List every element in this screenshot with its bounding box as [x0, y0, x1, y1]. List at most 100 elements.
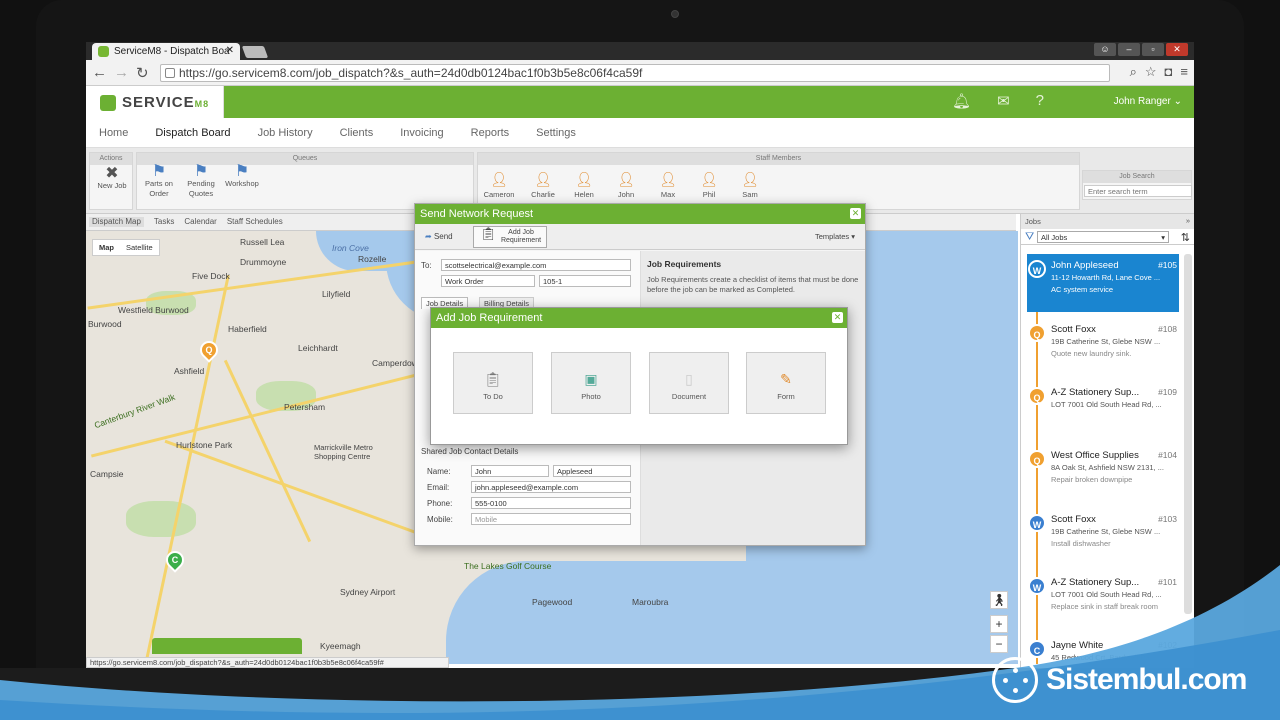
first-name-field[interactable]: John	[471, 465, 549, 477]
phone-field[interactable]: 555-0100	[471, 497, 631, 509]
close-window-icon[interactable]: ✕	[1166, 43, 1188, 56]
todo-option[interactable]: 📋︎ To Do	[453, 352, 533, 414]
new-tab-button[interactable]	[241, 46, 269, 58]
job-search-input[interactable]	[1084, 185, 1192, 197]
satellite-button[interactable]: Satellite	[120, 240, 159, 255]
map-button[interactable]: Map	[93, 240, 120, 255]
inbox-icon[interactable]: ✉	[997, 92, 1010, 110]
user-menu[interactable]: John Ranger ⌄	[1114, 96, 1182, 107]
email-field[interactable]: john.appleseed@example.com	[471, 481, 631, 493]
last-name-field[interactable]: Appleseed	[553, 465, 631, 477]
mobile-field[interactable]: Mobile	[471, 513, 631, 525]
job-list-item[interactable]: Q A-Z Stationery Sup... #109 LOT 7001 Old S…	[1027, 381, 1179, 439]
job-list-item[interactable]: W Scott Foxx #103 19B Catherine St, Glebe N…	[1027, 508, 1179, 566]
bell-icon[interactable]: 🔔︎	[952, 92, 971, 110]
jobs-scrollbar[interactable]	[1184, 254, 1192, 614]
screen: ServiceM8 - Dispatch Boa ✕ ☺ – ▫ ✕ ← → ↻…	[86, 42, 1194, 668]
flag-icon: ⚑	[234, 163, 250, 180]
job-list-item[interactable]: Q Scott Foxx #108 19B Catherine St, Glebe N…	[1027, 318, 1179, 376]
map-label: The Lakes Golf Course	[464, 561, 552, 571]
street-view-icon[interactable]: 🚶︎	[990, 591, 1008, 609]
collapse-icon[interactable]: »	[1186, 216, 1190, 225]
workshop-button[interactable]: ⚑ Workshop	[223, 163, 261, 189]
photo-option[interactable]: ▣ Photo	[551, 352, 631, 414]
job-list-item[interactable]: Q West Office Supplies #104 8A Oak St, Ashf…	[1027, 444, 1179, 502]
new-job-button[interactable]: ✖ New Job	[94, 166, 130, 191]
close-icon[interactable]: ✕	[832, 312, 843, 323]
close-icon[interactable]: ✕	[850, 208, 861, 219]
staff-phil[interactable]: 👤︎ Phil	[690, 171, 728, 199]
job-status-badge: Q	[1028, 387, 1046, 405]
menu-icon[interactable]: ≡	[1180, 64, 1188, 80]
back-icon[interactable]: ←	[92, 64, 107, 81]
browser-tab[interactable]: ServiceM8 - Dispatch Boa ✕	[92, 43, 240, 60]
staff-john[interactable]: 👤︎ John	[607, 171, 645, 199]
send-button[interactable]: ➦ Send	[425, 232, 453, 241]
tab-tasks[interactable]: Tasks	[154, 217, 174, 227]
forward-icon[interactable]: →	[114, 64, 129, 81]
job-client-name: West Office Supplies	[1051, 450, 1139, 461]
map-label: Drummoyne	[240, 257, 287, 267]
staff-sam[interactable]: 👤︎ Sam	[731, 171, 769, 199]
templates-menu[interactable]: Templates ▾	[815, 232, 855, 241]
user-icon[interactable]: ☺	[1094, 43, 1116, 56]
minimize-icon[interactable]: –	[1118, 43, 1140, 56]
staff-charlie[interactable]: 👤︎ Charlie	[524, 171, 562, 199]
help-icon[interactable]: ?	[1036, 92, 1044, 110]
email-label: Email:	[427, 483, 450, 492]
map-pin-q[interactable]: Q	[196, 337, 222, 363]
parts-on-order-button[interactable]: ⚑ Parts on Order	[141, 164, 177, 199]
nav-home[interactable]: Home	[99, 127, 128, 139]
reload-icon[interactable]: ↻	[136, 64, 149, 82]
park-area	[126, 501, 196, 537]
add-job-requirement-button[interactable]: 📋︎ Add Job Requirement	[473, 226, 547, 248]
job-number: #108	[1158, 324, 1177, 334]
nav-clients[interactable]: Clients	[340, 127, 374, 139]
document-option[interactable]: ▯ Document	[649, 352, 729, 414]
job-list-item[interactable]: W John Appleseed #105 11-12 Howarth Rd, Lan…	[1027, 254, 1179, 312]
job-ref-field[interactable]: 105-1	[539, 275, 631, 287]
add-job-requirement-dialog: Add Job Requirement ✕ 📋︎ To Do ▣ Photo ▯ Doc…	[430, 307, 848, 445]
nav-job-history[interactable]: Job History	[258, 127, 313, 139]
job-list-item[interactable]: W A-Z Stationery Sup... #101 LOT 7001 Old S…	[1027, 571, 1179, 629]
job-description: Replace sink in staff break room	[1051, 602, 1158, 611]
zoom-icon[interactable]: ⌕	[1130, 64, 1137, 80]
tab-calendar[interactable]: Calendar	[184, 217, 216, 227]
jobs-filter-select[interactable]: All Jobs ▾	[1037, 231, 1169, 243]
filter-icon[interactable]: ⛛	[1025, 231, 1034, 244]
staff-helen[interactable]: 👤︎ Helen	[565, 171, 603, 199]
watermark: Sistembul.com	[992, 654, 1247, 706]
person-icon: 👤︎	[490, 171, 508, 187]
nav-dispatch-board[interactable]: Dispatch Board	[155, 127, 230, 139]
map-label: Lilyfield	[322, 289, 351, 299]
servicem8-logo[interactable]: SERVICEM8	[86, 86, 224, 118]
job-requirements-title: Job Requirements	[647, 259, 722, 269]
staff-max[interactable]: 👤︎ Max	[649, 171, 687, 199]
job-address: 8A Oak St, Ashfield NSW 2131, ...	[1051, 463, 1164, 472]
zoom-in-button[interactable]: +	[990, 615, 1008, 633]
staff-cameron[interactable]: 👤︎ Cameron	[480, 171, 518, 199]
job-number: #103	[1158, 514, 1177, 524]
document-type-select[interactable]: Work Order	[441, 275, 535, 287]
close-tab-icon[interactable]: ✕	[226, 45, 234, 56]
map-label: Petersham	[284, 402, 326, 412]
pending-quotes-button[interactable]: ⚑ Pending Quotes	[183, 164, 219, 199]
tab-staff-schedules[interactable]: Staff Schedules	[227, 217, 283, 227]
pocket-icon[interactable]: ◘	[1165, 64, 1173, 80]
maximize-icon[interactable]: ▫	[1142, 43, 1164, 56]
nav-reports[interactable]: Reports	[471, 127, 510, 139]
to-field[interactable]: scottselectrical@example.com	[441, 259, 631, 271]
queues-title: Queues	[137, 153, 473, 165]
nav-invoicing[interactable]: Invoicing	[400, 127, 443, 139]
nav-settings[interactable]: Settings	[536, 127, 576, 139]
zoom-out-button[interactable]: −	[990, 635, 1008, 653]
star-icon[interactable]: ☆	[1145, 64, 1157, 80]
sort-icon[interactable]: ⇅	[1181, 231, 1190, 244]
url-input[interactable]: https://go.servicem8.com/job_dispatch?&s…	[160, 64, 1110, 82]
job-status-badge: W	[1028, 514, 1046, 532]
job-number: #102	[1158, 640, 1177, 650]
person-icon: 👤︎	[741, 171, 759, 187]
tab-dispatch-map[interactable]: Dispatch Map	[89, 217, 144, 227]
map-label: Ashfield	[174, 366, 205, 376]
form-option[interactable]: ✎ Form	[746, 352, 826, 414]
